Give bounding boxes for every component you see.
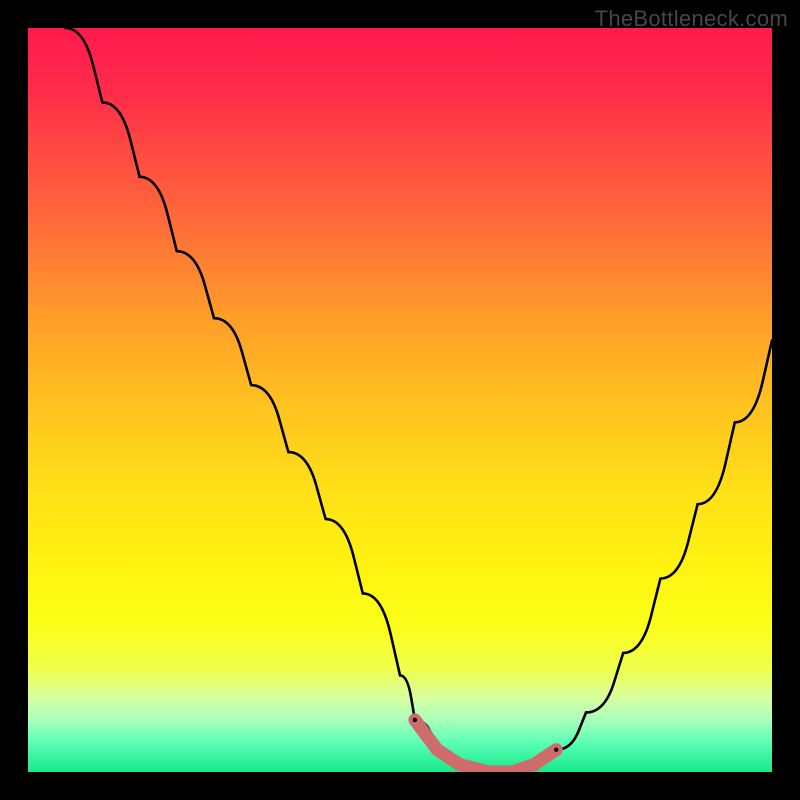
curve-dot: [413, 718, 417, 722]
chart-frame: TheBottleneck.com: [0, 0, 800, 800]
plot-area: [28, 28, 772, 772]
bottleneck-curve: [28, 28, 772, 772]
curve-dot: [554, 747, 558, 751]
good-zone-marker: [415, 720, 556, 772]
curve-path: [65, 28, 772, 772]
